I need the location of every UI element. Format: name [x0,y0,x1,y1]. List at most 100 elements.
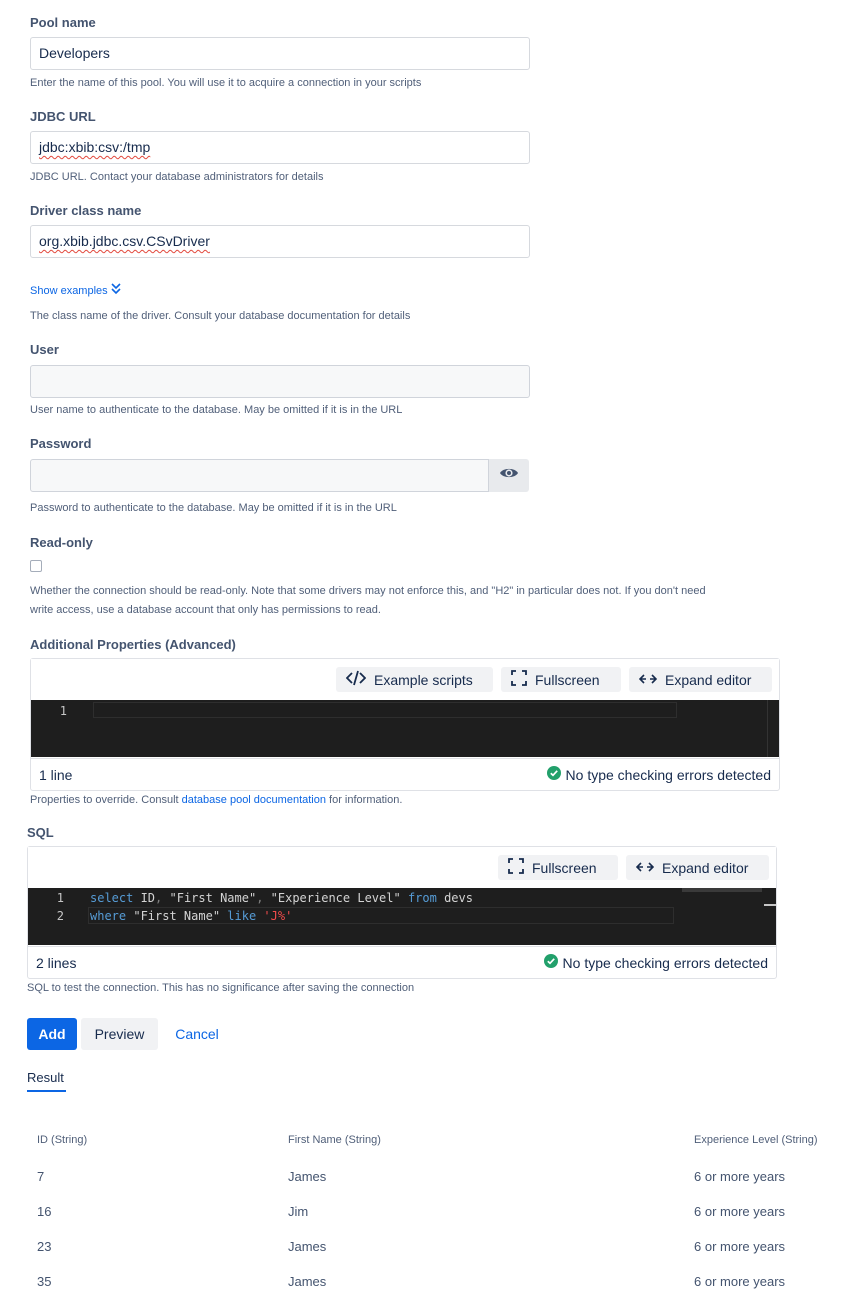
properties-fullscreen-button[interactable]: Fullscreen [501,667,621,692]
properties-label: Additional Properties (Advanced) [30,637,236,652]
sql-code-line-1: select ID, "First Name", "Experience Lev… [90,891,473,905]
table-cell: 6 or more years [694,1239,786,1254]
read-only-help-line2: write access, use a database account tha… [30,604,381,616]
properties-fullscreen-label: Fullscreen [535,671,600,688]
sql-fullscreen-button[interactable]: Fullscreen [498,855,618,880]
add-button[interactable]: Add [27,1018,77,1050]
database-pool-documentation-link[interactable]: database pool documentation [182,794,326,806]
minimap [682,888,762,892]
sql-token: devs [436,891,473,905]
sql-token: "First Name" [162,891,257,905]
fullscreen-icon [508,858,524,877]
properties-line-count: 1 line [39,766,73,783]
table-cell: 7 [37,1169,45,1184]
table-cell: 16 [37,1204,52,1219]
cancel-button[interactable]: Cancel [166,1018,228,1050]
password-input[interactable] [30,459,489,492]
sql-token: "First Name" [126,909,228,923]
check-circle-icon [543,954,558,971]
pool-name-help: Enter the name of this pool. You will us… [30,77,422,89]
column-header-first-name: First Name (String) [288,1134,381,1146]
user-input[interactable] [30,365,530,398]
sql-editor-toolbar: Fullscreen Expand editor [28,847,776,887]
driver-value: org.xbib.jdbc.csv.CSvDriver [39,233,210,249]
read-only-checkbox[interactable] [30,560,42,572]
pool-name-input[interactable]: Developers [30,37,530,70]
table-cell: 6 or more years [694,1169,786,1184]
example-scripts-label: Example scripts [374,671,473,688]
read-only-help-line1: Whether the connection should be read-on… [30,585,706,597]
sql-code-area[interactable]: 1 2 select ID, "First Name", "Experience… [28,888,776,945]
example-scripts-button[interactable]: Example scripts [336,667,493,692]
properties-code-area[interactable]: 1 [31,700,779,757]
pool-name-value: Developers [39,45,110,61]
editor-scrollbar[interactable] [764,904,776,906]
current-line-highlight [93,702,677,718]
properties-help-suffix: for information. [325,794,403,806]
properties-editor-footer: 1 line No type checking errors detected [31,758,779,790]
line-number: 2 [56,909,64,923]
table-cell: 35 [37,1274,52,1289]
user-label: User [30,342,59,357]
table-cell: 23 [37,1239,52,1254]
tab-active-indicator [27,1090,66,1092]
properties-help-prefix: Properties to override. Consult [30,794,182,806]
table-cell: 6 or more years [694,1204,786,1219]
sql-token: 'J%' [263,909,293,923]
password-label: Password [30,436,92,451]
driver-help: The class name of the driver. Consult yo… [30,310,411,322]
sql-expand-editor-button[interactable]: Expand editor [626,855,769,880]
show-examples-link[interactable]: Show examples [30,283,121,298]
show-examples-label: Show examples [30,284,108,297]
sql-type-status: No type checking errors detected [562,954,768,971]
jdbc-url-help: JDBC URL. Contact your database administ… [30,171,324,183]
sql-fullscreen-label: Fullscreen [532,859,597,876]
expand-horizontal-icon [635,860,655,876]
table-cell: James [288,1239,327,1254]
sql-expand-editor-label: Expand editor [662,859,749,876]
line-number: 1 [59,704,67,718]
check-circle-icon [546,766,561,783]
sql-line-count: 2 lines [36,954,77,971]
sql-editor-footer: 2 lines No type checking errors detected [28,946,776,978]
properties-help: Properties to override. Consult database… [30,790,402,810]
user-help: User name to authenticate to the databas… [30,404,403,416]
eye-icon [499,466,519,485]
properties-editor: Example scripts Fullscreen Expand editor… [30,658,780,791]
toggle-password-visibility-button[interactable] [488,459,529,492]
table-cell: Jim [288,1204,309,1219]
table-cell: James [288,1169,327,1184]
table-cell: 6 or more years [694,1274,786,1289]
properties-expand-editor-label: Expand editor [665,671,752,688]
sql-token: from [407,891,437,905]
driver-label: Driver class name [30,203,142,218]
jdbc-url-input[interactable]: jdbc:xbib:csv:/tmp [30,131,530,164]
double-chevron-down-icon [111,283,121,298]
tab-result[interactable]: Result [27,1070,64,1085]
jdbc-url-value: jdbc:xbib:csv:/tmp [39,139,151,155]
sql-help: SQL to test the connection. This has no … [27,982,415,994]
sql-editor: Fullscreen Expand editor 1 2 select ID, … [27,846,777,979]
properties-expand-editor-button[interactable]: Expand editor [629,667,772,692]
sql-token: "Experience Level" [263,891,408,905]
properties-editor-toolbar: Example scripts Fullscreen Expand editor [31,659,779,699]
editor-scrollbar[interactable] [767,700,779,757]
expand-horizontal-icon [638,672,658,688]
jdbc-url-label: JDBC URL [30,109,96,124]
driver-input[interactable]: org.xbib.jdbc.csv.CSvDriver [30,225,530,258]
sql-token: ID [133,891,156,905]
table-cell: James [288,1274,327,1289]
sql-token: like [227,909,257,923]
sql-label: SQL [27,825,54,840]
password-help: Password to authenticate to the database… [30,502,397,514]
preview-button[interactable]: Preview [81,1018,158,1050]
sql-token: select [90,891,134,905]
sql-code-line-2: where "First Name" like 'J%' [90,909,292,923]
properties-type-status: No type checking errors detected [565,766,771,783]
pool-name-label: Pool name [30,15,96,30]
code-icon [345,670,367,689]
sql-token: where [90,909,127,923]
read-only-label: Read-only [30,535,93,550]
fullscreen-icon [511,670,527,689]
line-number: 1 [56,891,64,905]
